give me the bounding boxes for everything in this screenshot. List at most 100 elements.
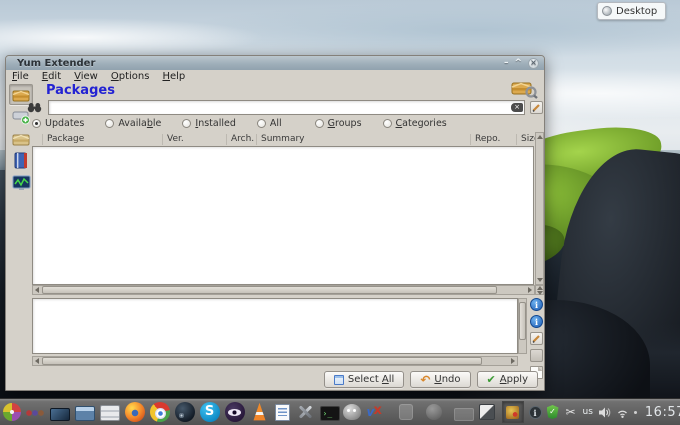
menubar: File Edit View Options Help	[6, 70, 544, 83]
settings-tools-icon[interactable]	[295, 402, 315, 422]
close-button[interactable]: ×	[528, 58, 539, 69]
recent-colors-icon[interactable]	[25, 402, 45, 422]
inactive-package-icon[interactable]	[399, 404, 413, 420]
workspace-chip-label: Desktop	[616, 6, 657, 17]
inactive-display-icon[interactable]	[454, 408, 474, 421]
info-pane-hscrollbar[interactable]	[32, 356, 518, 366]
scrollbar-thumb[interactable]	[42, 357, 482, 365]
package-info-pane[interactable]	[32, 298, 518, 354]
column-arch[interactable]: Arch.	[226, 134, 254, 145]
column-repo[interactable]: Repo.	[470, 134, 500, 145]
info-tray-icon[interactable]: i	[529, 406, 542, 419]
filter-updates[interactable]: Updates	[32, 118, 84, 129]
notes-icon[interactable]	[479, 404, 495, 420]
search-input[interactable]	[48, 100, 525, 115]
workspace-icon	[602, 6, 612, 16]
menu-file[interactable]: File	[12, 71, 29, 82]
scroll-left-arrow[interactable]	[33, 357, 41, 365]
filter-groups[interactable]: Groups	[315, 118, 362, 129]
maximize-button[interactable]: ^	[514, 58, 522, 68]
scroll-left-arrow[interactable]	[33, 286, 41, 294]
terminal-icon[interactable]: ›_	[320, 406, 340, 421]
undo-icon: ↶	[420, 375, 430, 385]
package-list[interactable]	[32, 146, 534, 285]
vlc-icon[interactable]	[250, 402, 270, 422]
steam-icon[interactable]	[175, 402, 195, 422]
network-icon[interactable]	[616, 406, 629, 419]
filter-row: Updates Available Installed All Groups C…	[32, 117, 447, 130]
filter-all[interactable]: All	[257, 118, 282, 129]
column-package[interactable]: Package	[42, 134, 84, 145]
menu-view[interactable]: View	[74, 71, 98, 82]
gimp-icon[interactable]	[343, 404, 361, 420]
box-icon[interactable]	[530, 349, 543, 362]
clock[interactable]: 16:57	[645, 405, 680, 420]
package-list-hscrollbar[interactable]	[32, 285, 535, 295]
scrollbar-thumb[interactable]	[42, 286, 497, 294]
window-titlebar[interactable]: Yum Extender – ^ ×	[6, 56, 544, 70]
keyboard-layout-indicator[interactable]: us	[583, 407, 593, 417]
firefox-icon[interactable]	[125, 402, 145, 422]
inactive-sphere-icon[interactable]	[426, 404, 442, 420]
filter-installed[interactable]: Installed	[182, 118, 235, 129]
info-tool-column: i i	[530, 298, 543, 379]
edit-search-icon[interactable]	[530, 101, 543, 114]
radio-installed[interactable]	[182, 119, 191, 128]
info-pane-vscrollbar[interactable]	[518, 298, 527, 354]
chrome-icon[interactable]	[150, 402, 170, 422]
radio-categories[interactable]	[383, 119, 392, 128]
updater-tray-icon	[506, 406, 519, 419]
edit-icon[interactable]	[530, 332, 543, 345]
scrollbar-thumb[interactable]	[519, 302, 526, 340]
system-tray: i ✓ ✂ us 16:57	[477, 401, 680, 423]
check-cross-icon[interactable]	[365, 402, 385, 422]
scroll-right-arrow[interactable]	[509, 357, 517, 365]
groups-icon[interactable]	[9, 128, 33, 149]
show-desktop-icon[interactable]	[50, 408, 70, 421]
app-menu-icon[interactable]	[3, 403, 21, 421]
skype-icon[interactable]: S	[200, 402, 220, 422]
package-list-vscrollbar[interactable]	[535, 132, 544, 285]
tray-separator-dot	[634, 411, 637, 414]
radio-all[interactable]	[257, 119, 266, 128]
filter-categories[interactable]: Categories	[383, 118, 447, 129]
history-book-icon[interactable]	[9, 150, 33, 171]
scissors-icon[interactable]: ✂	[564, 402, 578, 422]
file-manager-icon[interactable]	[75, 406, 95, 421]
filter-available[interactable]: Available	[105, 118, 161, 129]
binoculars-icon	[27, 102, 42, 113]
scroll-down-arrow[interactable]	[536, 276, 544, 284]
menu-help[interactable]: Help	[162, 71, 185, 82]
radio-available[interactable]	[105, 119, 114, 128]
writer-icon[interactable]	[275, 404, 290, 421]
update-info-icon[interactable]: i	[530, 315, 543, 328]
clear-search-icon[interactable]: ×	[511, 103, 523, 112]
updater-tray-frame[interactable]	[502, 401, 524, 423]
scrollbar-corner	[535, 285, 544, 295]
menu-edit[interactable]: Edit	[42, 71, 61, 82]
yum-extender-window: Yum Extender – ^ × File Edit View Option…	[5, 55, 545, 391]
taskbar: S ›_ i ✓ ✂ us	[0, 398, 680, 425]
select-all-icon	[334, 375, 344, 385]
column-summary[interactable]: Summary	[256, 134, 305, 145]
archive-icon[interactable]	[100, 405, 120, 421]
scroll-right-arrow[interactable]	[526, 286, 534, 294]
radio-groups[interactable]	[315, 119, 324, 128]
page-title: Packages	[46, 83, 115, 98]
apply-icon: ✔	[487, 374, 496, 385]
workspace-chip[interactable]: Desktop	[597, 2, 666, 20]
scroll-up-arrow[interactable]	[536, 133, 544, 141]
apply-button[interactable]: ✔ Apply	[477, 371, 538, 388]
shield-check-icon[interactable]: ✓	[547, 405, 559, 419]
menu-options[interactable]: Options	[111, 71, 150, 82]
undo-button[interactable]: ↶ Undo	[410, 371, 470, 388]
package-info-icon[interactable]: i	[530, 298, 543, 311]
minimize-button[interactable]: –	[504, 58, 509, 68]
radio-updates[interactable]	[32, 119, 41, 128]
media-eye-icon[interactable]	[225, 402, 245, 422]
volume-icon[interactable]	[598, 406, 611, 419]
output-monitor-icon[interactable]	[9, 172, 33, 193]
view-sidebar	[8, 84, 34, 193]
column-version[interactable]: Ver.	[162, 134, 184, 145]
select-all-button[interactable]: Select All	[324, 371, 404, 388]
